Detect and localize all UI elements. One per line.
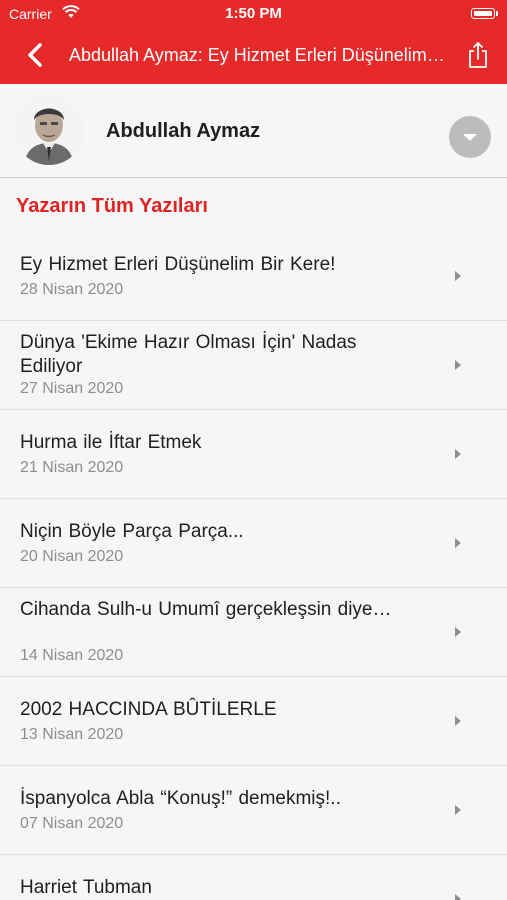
chevron-right-icon (455, 360, 461, 370)
chevron-right-icon (455, 271, 461, 281)
article-title: 2002 HACCINDA BÛTİLERLE (20, 699, 277, 720)
article-date: 14 Nisan 2020 (20, 647, 124, 664)
article-date: 07 Nisan 2020 (20, 815, 124, 832)
nav-title: Abdullah Aymaz: Ey Hizmet Erleri Düşünel… (69, 45, 446, 65)
article-row[interactable]: İspanyolca Abla “Konuş!” demekmiş!.. 07 … (0, 766, 507, 855)
article-date: 20 Nisan 2020 (20, 548, 124, 565)
chevron-down-icon (463, 134, 477, 141)
chevron-right-icon (455, 805, 461, 815)
expand-button[interactable] (449, 116, 491, 158)
article-title: Hurma ile İftar Etmek (20, 432, 202, 453)
article-row[interactable]: Niçin Böyle Parça Parça... 20 Nisan 2020 (0, 499, 507, 588)
article-title: Ey Hizmet Erleri Düşünelim Bir Kere! (20, 254, 336, 275)
author-name: Abdullah Aymaz (106, 120, 261, 142)
article-row[interactable]: Dünya 'Ekime Hazır Olması İçin' Nadas Ed… (0, 321, 507, 410)
chevron-right-icon (455, 449, 461, 459)
article-date: 21 Nisan 2020 (20, 459, 124, 476)
chevron-right-icon (455, 538, 461, 548)
author-card[interactable]: Abdullah Aymaz (0, 84, 507, 178)
article-title: Harriet Tubman (20, 877, 152, 898)
chevron-left-icon[interactable] (24, 40, 48, 70)
article-title: Niçin Böyle Parça Parça... (20, 521, 244, 542)
author-avatar (14, 95, 84, 165)
article-title: Cihanda Sulh-u Umumî gerçekleşsin diye… (20, 599, 392, 620)
article-row[interactable]: 2002 HACCINDA BÛTİLERLE 13 Nisan 2020 (0, 677, 507, 766)
article-title: İspanyolca Abla “Konuş!” demekmiş!.. (20, 788, 341, 809)
status-bar: Carrier 1:50 PM (0, 0, 507, 28)
nav-bar: Abdullah Aymaz: Ey Hizmet Erleri Düşünel… (0, 28, 507, 84)
article-list: Ey Hizmet Erleri Düşünelim Bir Kere! 28 … (0, 232, 507, 900)
chevron-right-icon (455, 627, 461, 637)
article-row[interactable]: Ey Hizmet Erleri Düşünelim Bir Kere! 28 … (0, 232, 507, 321)
section-title: Yazarın Tüm Yazıları (16, 195, 208, 217)
article-date: 28 Nisan 2020 (20, 281, 124, 298)
article-date: 13 Nisan 2020 (20, 726, 124, 743)
article-title: Dünya 'Ekime Hazır Olması İçin' Nadas Ed… (20, 332, 357, 377)
article-row[interactable]: Harriet Tubman (0, 855, 507, 900)
battery-icon (471, 8, 498, 19)
chevron-right-icon (455, 894, 461, 900)
chevron-right-icon (455, 716, 461, 726)
clock: 1:50 PM (225, 5, 282, 22)
article-row[interactable]: Hurma ile İftar Etmek 21 Nisan 2020 (0, 410, 507, 499)
header-bar: Carrier 1:50 PM Abdullah Aymaz: Ey Hizme… (0, 0, 507, 84)
article-row[interactable]: Cihanda Sulh-u Umumî gerçekleşsin diye… … (0, 588, 507, 677)
article-date: 27 Nisan 2020 (20, 380, 124, 397)
share-icon[interactable] (467, 40, 489, 70)
